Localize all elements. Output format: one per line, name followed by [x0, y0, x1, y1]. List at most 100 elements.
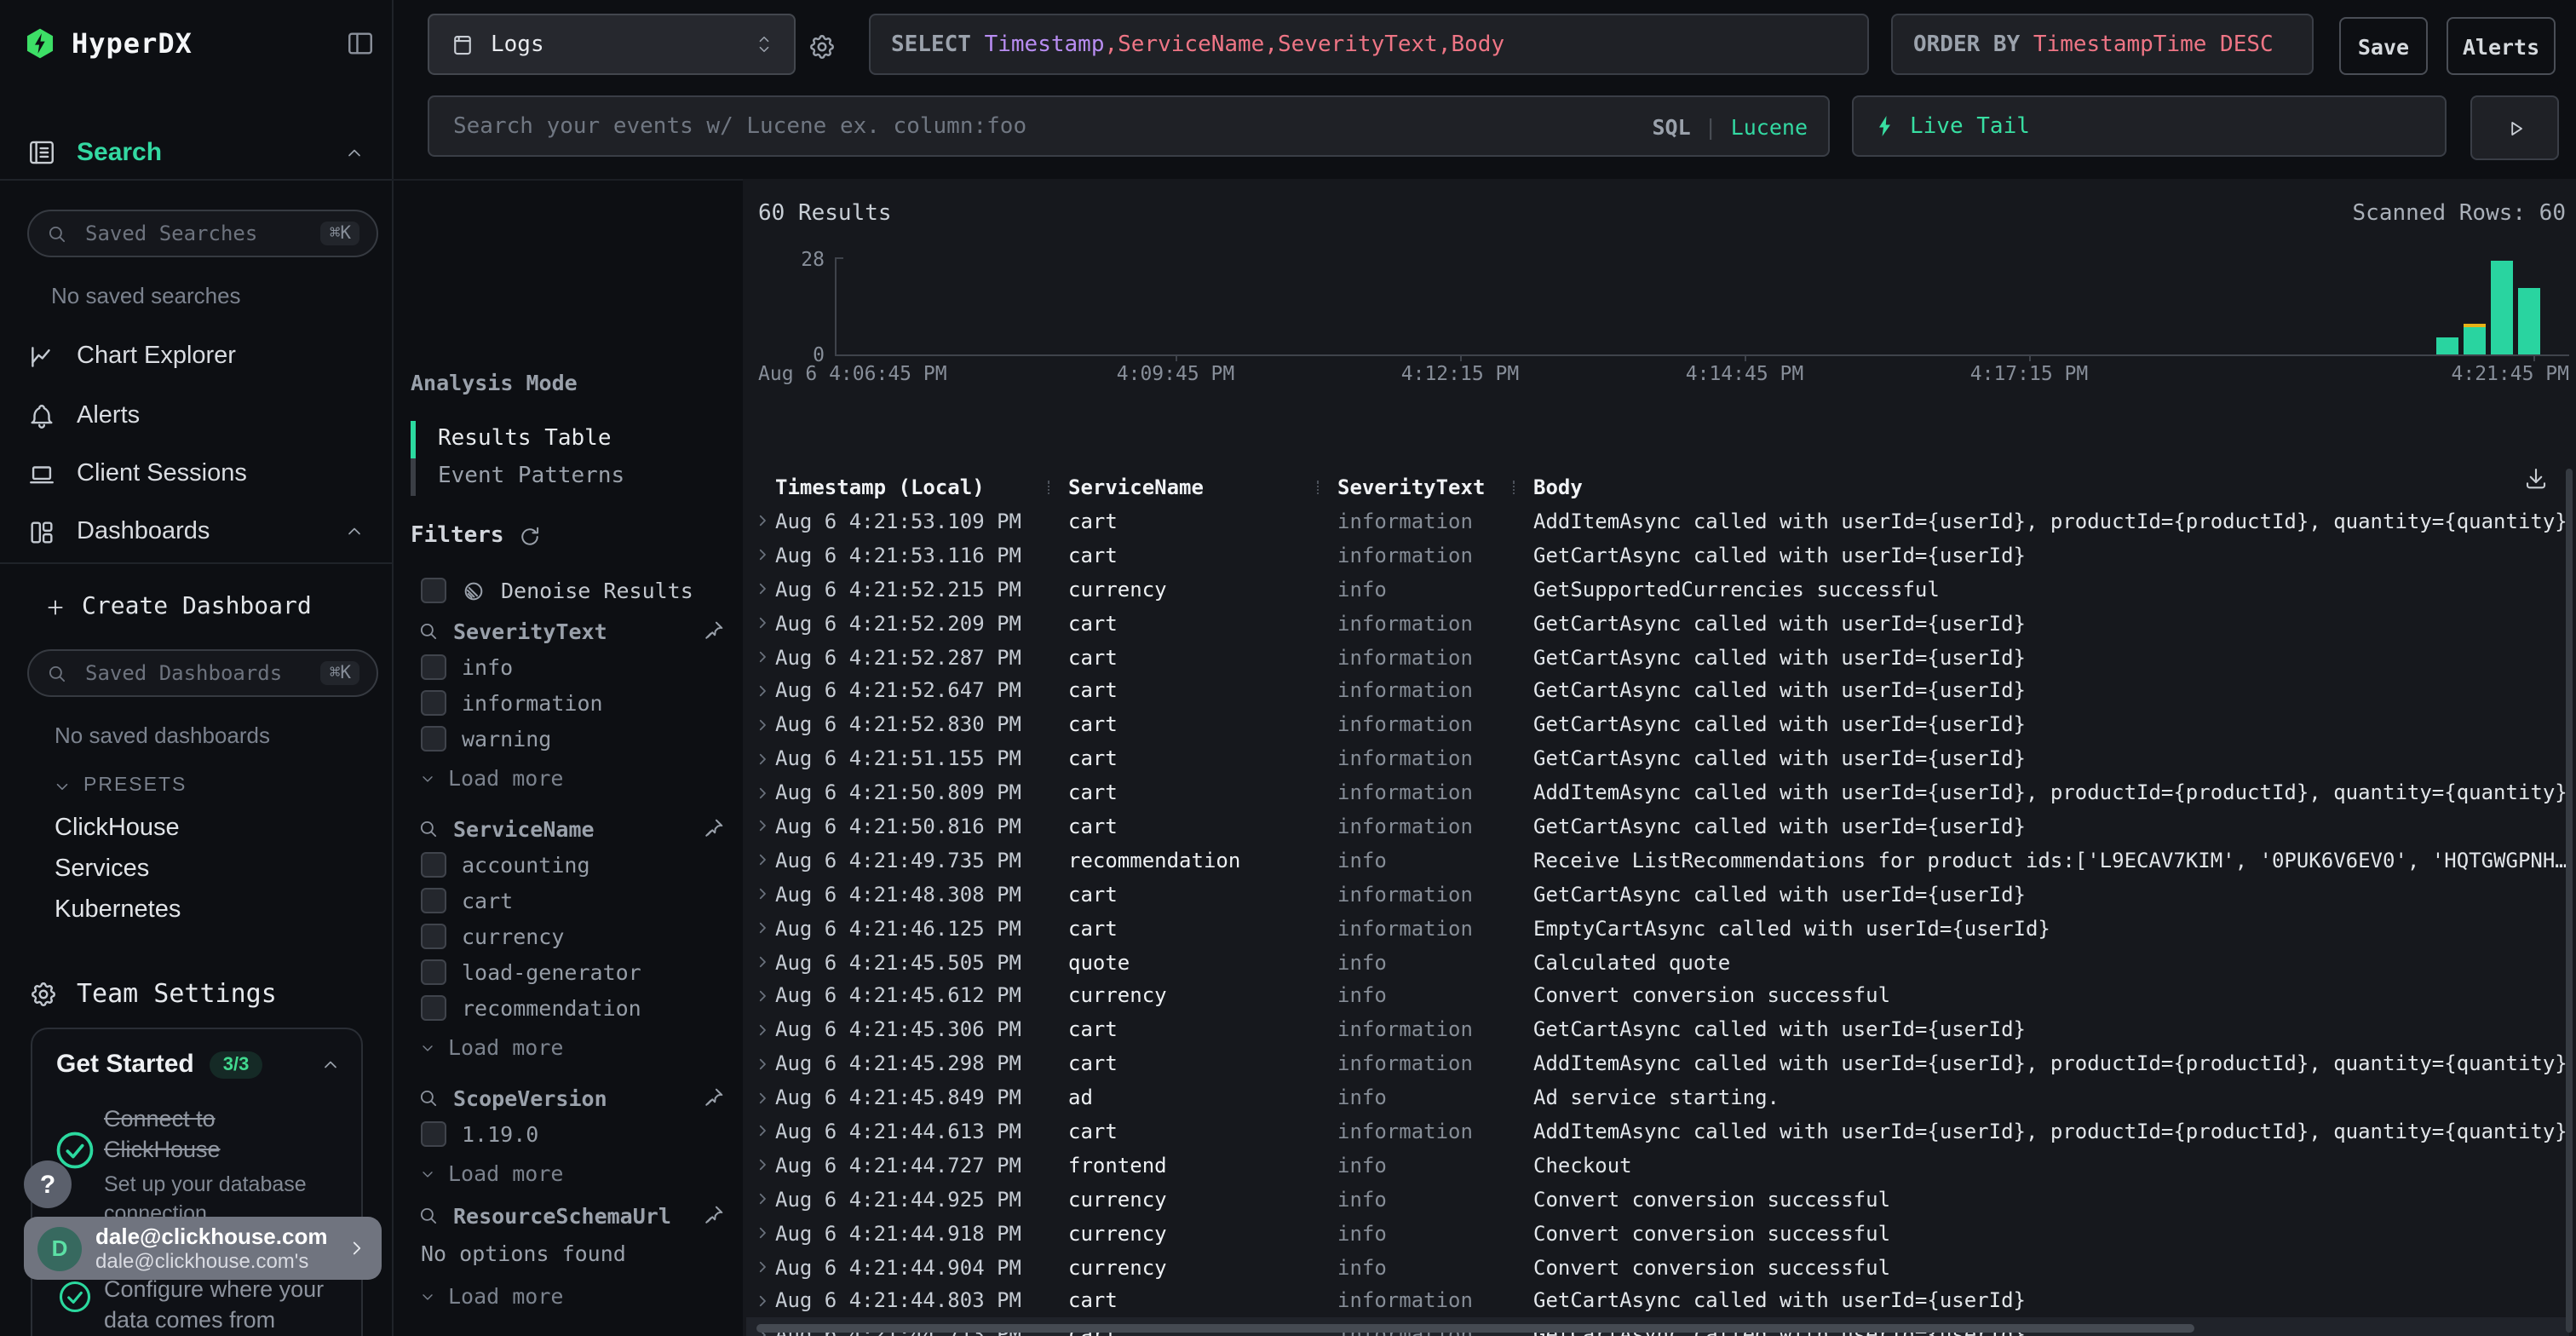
- table-row[interactable]: Aug 6 4:21:53.109 PM cart information Ad…: [746, 504, 2569, 538]
- table-row[interactable]: Aug 6 4:21:45.298 PM cart information Ad…: [746, 1047, 2569, 1081]
- column-header-severitytext[interactable]: SeverityText: [1337, 475, 1533, 499]
- row-expand-chevron-icon[interactable]: [746, 853, 775, 868]
- saved-searches-field[interactable]: [82, 220, 321, 247]
- row-expand-chevron-icon[interactable]: [746, 1022, 775, 1038]
- orderby-input[interactable]: ORDER BY TimestampTime DESC: [1891, 14, 2314, 75]
- table-row[interactable]: Aug 6 4:21:44.613 PM cart information Ad…: [746, 1114, 2569, 1149]
- filter-option[interactable]: currency: [411, 918, 731, 954]
- search-icon[interactable]: [417, 1086, 440, 1109]
- sidebar-collapse-icon[interactable]: [346, 28, 375, 57]
- sidebar-item-alerts[interactable]: Alerts: [0, 389, 392, 443]
- row-expand-chevron-icon[interactable]: [746, 785, 775, 800]
- filter-option[interactable]: warning: [411, 721, 731, 757]
- table-row[interactable]: Aug 6 4:21:50.816 PM cart information Ge…: [746, 809, 2569, 844]
- row-expand-chevron-icon[interactable]: [746, 1259, 775, 1275]
- save-button[interactable]: Save: [2339, 17, 2428, 75]
- run-query-play-button[interactable]: [2470, 95, 2559, 160]
- source-select[interactable]: Logs: [428, 14, 796, 75]
- filter-option[interactable]: load-generator: [411, 954, 731, 990]
- filter-option[interactable]: info: [411, 649, 731, 685]
- source-settings-gear-icon[interactable]: [802, 27, 840, 65]
- table-row[interactable]: Aug 6 4:21:44.803 PM cart information Ge…: [746, 1284, 2569, 1318]
- denoise-checkbox[interactable]: [421, 578, 446, 603]
- sidebar-item-chart-explorer[interactable]: Chart Explorer: [0, 329, 392, 383]
- row-expand-chevron-icon[interactable]: [746, 514, 775, 529]
- table-row[interactable]: Aug 6 4:21:44.918 PM currency info Conve…: [746, 1216, 2569, 1250]
- denoise-results-row[interactable]: Denoise Results: [421, 578, 693, 603]
- load-more-button[interactable]: Load more: [411, 1155, 731, 1191]
- chevron-up-icon[interactable]: [320, 1054, 341, 1074]
- user-account-chip[interactable]: D dale@clickhouse.com dale@clickhouse.co…: [24, 1217, 382, 1280]
- row-expand-chevron-icon[interactable]: [746, 819, 775, 834]
- table-row[interactable]: Aug 6 4:21:52.830 PM cart information Ge…: [746, 708, 2569, 742]
- select-columns-input[interactable]: SELECT Timestamp ,ServiceName,SeverityTe…: [869, 14, 1869, 75]
- sidebar-item-dashboards[interactable]: Dashboards: [0, 504, 392, 559]
- row-expand-chevron-icon[interactable]: [746, 615, 775, 631]
- row-expand-chevron-icon[interactable]: [746, 683, 775, 699]
- filter-option-checkbox[interactable]: [421, 1121, 446, 1147]
- sidebar-preset-link[interactable]: Kubernetes: [55, 890, 181, 930]
- filter-option-checkbox[interactable]: [421, 726, 446, 752]
- pin-icon[interactable]: [702, 1203, 726, 1227]
- table-row[interactable]: Aug 6 4:21:52.209 PM cart information Ge…: [746, 606, 2569, 640]
- load-more-button[interactable]: Load more: [411, 1278, 731, 1314]
- row-expand-chevron-icon[interactable]: [746, 1090, 775, 1105]
- lang-lucene-toggle[interactable]: Lucene: [1731, 113, 1808, 139]
- table-row[interactable]: Aug 6 4:21:45.306 PM cart information Ge…: [746, 1013, 2569, 1047]
- histogram-bar[interactable]: [2491, 261, 2513, 354]
- mode-event-patterns[interactable]: Event Patterns: [411, 458, 726, 496]
- load-more-button[interactable]: Load more: [411, 1029, 731, 1065]
- sidebar-preset-link[interactable]: ClickHouse: [55, 808, 180, 849]
- row-expand-chevron-icon[interactable]: [746, 1293, 775, 1309]
- pin-icon[interactable]: [702, 619, 726, 642]
- filter-option[interactable]: recommendation: [411, 990, 731, 1026]
- row-expand-chevron-icon[interactable]: [746, 1192, 775, 1207]
- filter-option-checkbox[interactable]: [421, 959, 446, 985]
- search-events-field[interactable]: [450, 112, 1652, 141]
- get-started-step1-title[interactable]: Connect to ClickHouse: [104, 1104, 295, 1166]
- live-tail-button[interactable]: Live Tail: [1852, 95, 2447, 157]
- filter-option[interactable]: cart: [411, 883, 731, 918]
- presets-toggle[interactable]: PRESETS: [53, 775, 187, 796]
- search-events-input[interactable]: SQL | Lucene: [428, 95, 1830, 157]
- histogram-bar[interactable]: [2464, 325, 2486, 354]
- table-row[interactable]: Aug 6 4:21:52.647 PM cart information Ge…: [746, 674, 2569, 708]
- table-row[interactable]: Aug 6 4:21:50.809 PM cart information Ad…: [746, 775, 2569, 809]
- table-row[interactable]: Aug 6 4:21:44.904 PM currency info Conve…: [746, 1250, 2569, 1284]
- filter-option-checkbox[interactable]: [421, 888, 446, 913]
- table-row[interactable]: Aug 6 4:21:52.287 PM cart information Ge…: [746, 640, 2569, 674]
- row-expand-chevron-icon[interactable]: [746, 1158, 775, 1173]
- table-row[interactable]: Aug 6 4:21:46.125 PM cart information Em…: [746, 911, 2569, 945]
- row-expand-chevron-icon[interactable]: [746, 920, 775, 936]
- sidebar-item-search[interactable]: Search: [0, 126, 392, 181]
- sidebar-item-client-sessions[interactable]: Client Sessions: [0, 446, 392, 501]
- table-row[interactable]: Aug 6 4:21:44.925 PM currency info Conve…: [746, 1183, 2569, 1217]
- load-more-button[interactable]: Load more: [411, 760, 731, 796]
- row-expand-chevron-icon[interactable]: [746, 1056, 775, 1071]
- column-header-timestamp[interactable]: Timestamp (Local): [775, 475, 1068, 499]
- row-expand-chevron-icon[interactable]: [746, 581, 775, 596]
- table-row[interactable]: Aug 6 4:21:51.155 PM cart information Ge…: [746, 741, 2569, 775]
- vertical-scrollbar[interactable]: [2566, 469, 2573, 1333]
- filter-option[interactable]: accounting: [411, 847, 731, 883]
- filter-option-checkbox[interactable]: [421, 654, 446, 680]
- row-expand-chevron-icon[interactable]: [746, 548, 775, 563]
- column-header-body[interactable]: Body: [1533, 475, 2569, 499]
- horizontal-scrollbar[interactable]: [756, 1324, 2194, 1333]
- table-row[interactable]: Aug 6 4:21:48.308 PM cart information Ge…: [746, 878, 2569, 912]
- row-expand-chevron-icon[interactable]: [746, 886, 775, 901]
- histogram-bar[interactable]: [2518, 287, 2540, 354]
- row-expand-chevron-icon[interactable]: [746, 717, 775, 733]
- filter-option[interactable]: 1.19.0: [411, 1116, 731, 1152]
- search-icon[interactable]: [417, 817, 440, 839]
- saved-dashboards-field[interactable]: [82, 659, 321, 687]
- table-row[interactable]: Aug 6 4:21:45.612 PM currency info Conve…: [746, 979, 2569, 1013]
- table-row[interactable]: Aug 6 4:21:52.215 PM currency info GetSu…: [746, 573, 2569, 607]
- row-expand-chevron-icon[interactable]: [746, 751, 775, 766]
- row-expand-chevron-icon[interactable]: [746, 988, 775, 1004]
- row-expand-chevron-icon[interactable]: [746, 954, 775, 970]
- create-dashboard-button[interactable]: Create Dashboard: [44, 586, 312, 627]
- refresh-icon[interactable]: [518, 524, 542, 548]
- saved-dashboards-input[interactable]: ⌘K: [27, 649, 378, 697]
- histogram-bar[interactable]: [2436, 337, 2458, 354]
